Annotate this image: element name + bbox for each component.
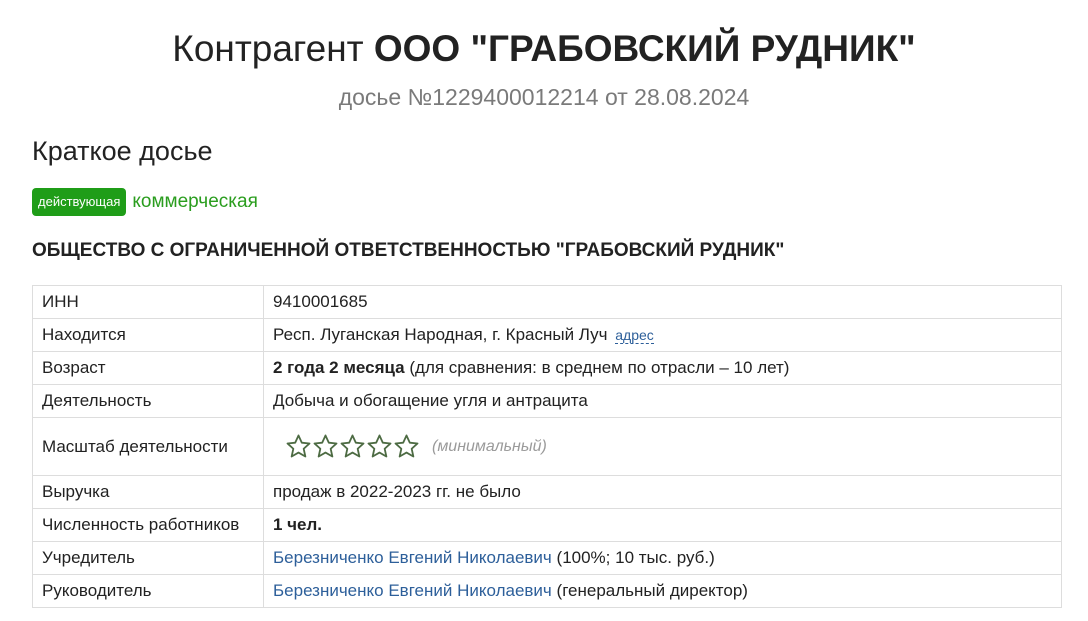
row-label: Руководитель	[32, 574, 264, 608]
location-cell: Респ. Луганская Народная, г. Красный Луч…	[263, 318, 1062, 352]
activity-value: Добыча и обогащение угля и антрацита	[263, 384, 1062, 418]
table-row: Выручка продаж в 2022-2023 гг. не было	[32, 475, 1062, 509]
page-title: Контрагент ООО "ГРАБОВСКИЙ РУДНИК"	[0, 26, 1088, 72]
address-link[interactable]: адрес	[615, 327, 654, 344]
star-icon	[340, 434, 365, 458]
row-label: Учредитель	[32, 541, 264, 575]
row-label: Находится	[32, 318, 264, 352]
company-type-label: коммерческая	[132, 191, 258, 212]
rating-stars	[285, 433, 420, 460]
revenue-value: продаж в 2022-2023 гг. не было	[263, 475, 1062, 509]
row-label: Численность работников	[32, 508, 264, 542]
status-badge: действующая	[32, 188, 127, 216]
director-cell: Березниченко Евгений Николаевич (генерал…	[263, 574, 1062, 608]
founder-link[interactable]: Березниченко Евгений Николаевич	[273, 548, 552, 567]
row-label: Деятельность	[32, 384, 264, 418]
table-row: Возраст 2 года 2 месяца (для сравнения: …	[32, 351, 1062, 385]
age-cell: 2 года 2 месяца (для сравнения: в средне…	[263, 351, 1062, 385]
table-row: Находится Респ. Луганская Народная, г. К…	[32, 318, 1062, 352]
company-short-name: ООО "ГРАБОВСКИЙ РУДНИК"	[373, 28, 916, 69]
table-row: Учредитель Березниченко Евгений Николаев…	[32, 541, 1062, 575]
star-icon	[286, 434, 311, 458]
inn-value: 9410001685	[263, 285, 1062, 319]
director-link[interactable]: Березниченко Евгений Николаевич	[273, 581, 552, 600]
star-icon	[367, 434, 392, 458]
location-value: Респ. Луганская Народная, г. Красный Луч	[273, 325, 608, 344]
scale-cell: (минимальный)	[263, 417, 1062, 476]
section-heading: Краткое досье	[32, 136, 213, 166]
scale-note: (минимальный)	[432, 437, 547, 455]
status-row: действующая коммерческая	[32, 187, 258, 217]
founder-cell: Березниченко Евгений Николаевич (100%; 1…	[263, 541, 1062, 575]
table-row: Масштаб деятельности (минимальный)	[32, 417, 1062, 476]
title-prefix: Контрагент	[172, 28, 364, 69]
row-label: Масштаб деятельности	[32, 417, 264, 476]
info-table: ИНН 9410001685 Находится Респ. Луганская…	[32, 285, 1062, 608]
founder-detail: (100%; 10 тыс. руб.)	[556, 548, 715, 567]
table-row: Деятельность Добыча и обогащение угля и …	[32, 384, 1062, 418]
age-comparison: (для сравнения: в среднем по отрасли – 1…	[409, 358, 790, 377]
director-detail: (генеральный директор)	[556, 581, 748, 600]
page: Контрагент ООО "ГРАБОВСКИЙ РУДНИК" досье…	[0, 0, 1088, 621]
star-icon	[313, 434, 338, 458]
row-label: ИНН	[32, 285, 264, 319]
table-row: Руководитель Березниченко Евгений Никола…	[32, 574, 1062, 608]
employees-value: 1 чел.	[263, 508, 1062, 542]
star-icon	[394, 434, 419, 458]
dossier-subtitle: досье №1229400012214 от 28.08.2024	[338, 84, 750, 110]
row-label: Возраст	[32, 351, 264, 385]
employees-count: 1 чел.	[273, 515, 323, 534]
age-value: 2 года 2 месяца	[273, 358, 405, 377]
row-label: Выручка	[32, 475, 264, 509]
company-full-name: ОБЩЕСТВО С ОГРАНИЧЕННОЙ ОТВЕТСТВЕННОСТЬЮ…	[32, 240, 785, 261]
table-row: Численность работников 1 чел.	[32, 508, 1062, 542]
table-row: ИНН 9410001685	[32, 285, 1062, 319]
